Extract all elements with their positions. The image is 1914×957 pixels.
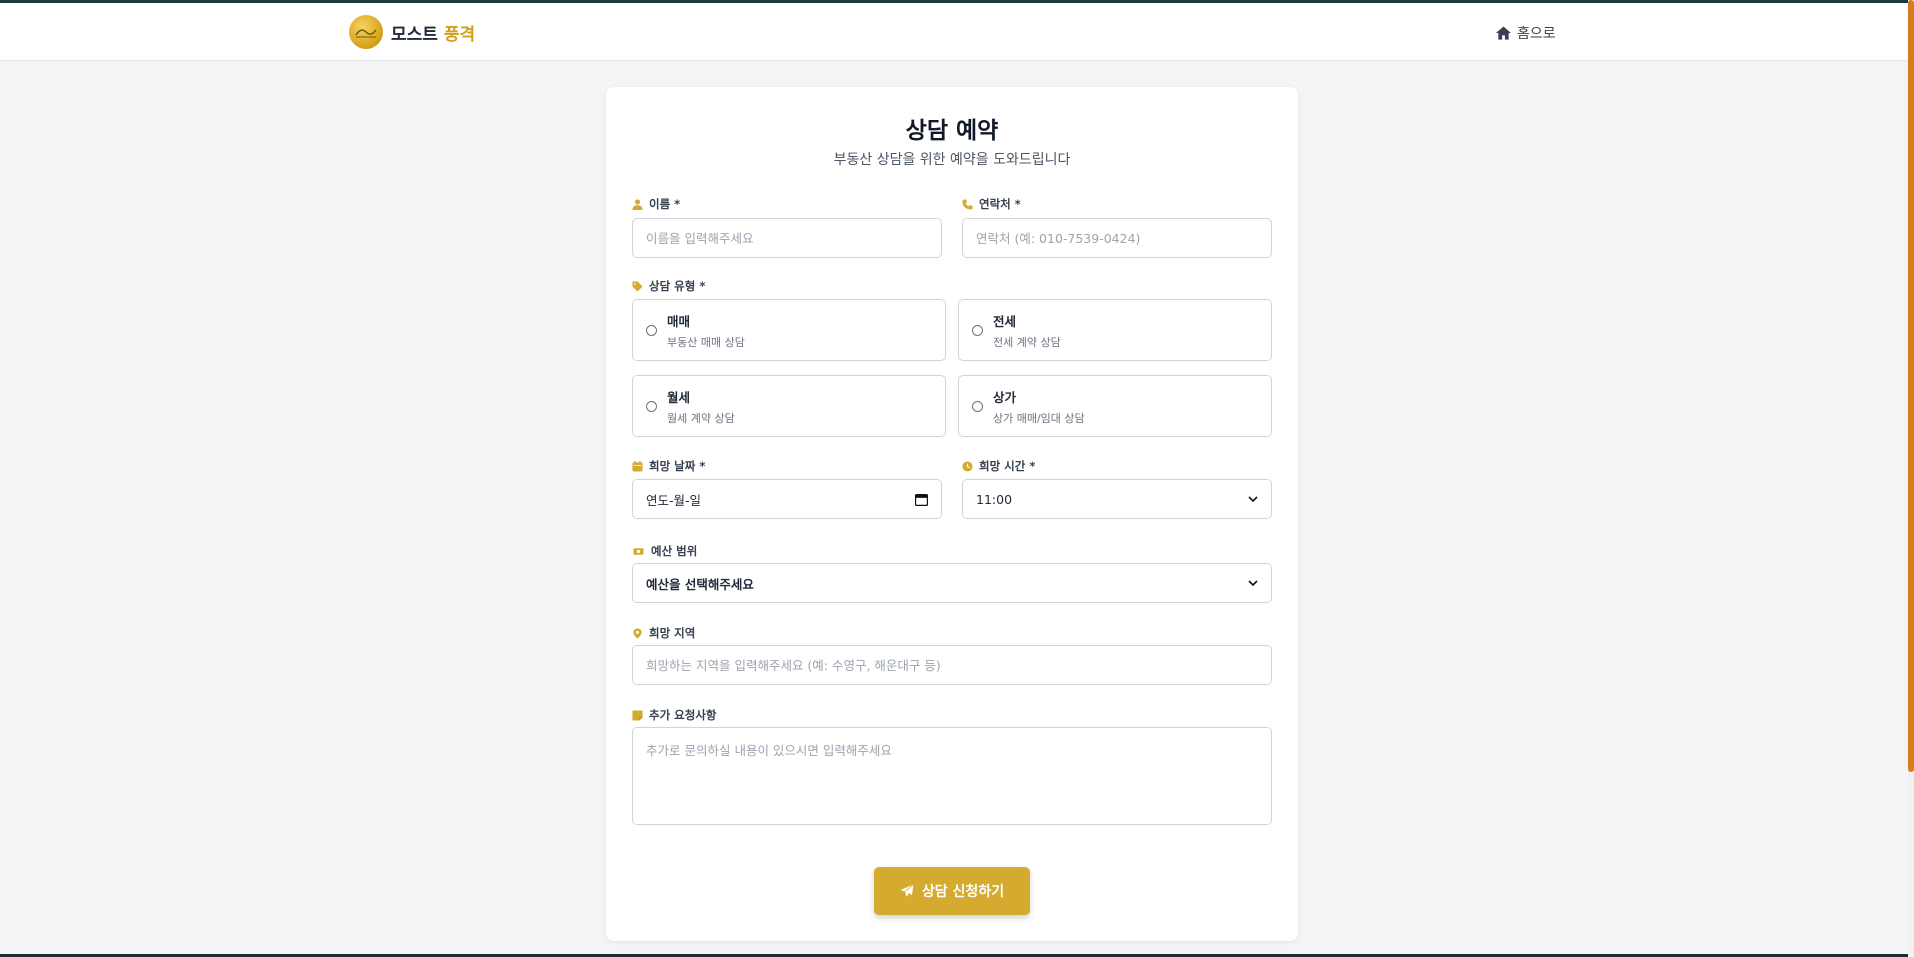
calendar-icon <box>632 460 643 472</box>
time-value: 11:00 <box>976 491 1013 507</box>
region-input[interactable] <box>632 645 1272 685</box>
budget-value: 예산을 선택해주세요 <box>646 576 754 592</box>
home-icon <box>1496 26 1511 40</box>
navbar: 모스트 풍격 홈으로 <box>0 3 1908 61</box>
notes-label: 추가 요청사항 <box>632 707 716 723</box>
form-title: 상담 예약 <box>905 118 999 144</box>
calendar-picker-icon[interactable] <box>915 493 928 506</box>
phone-input[interactable] <box>962 218 1272 258</box>
notes-textarea[interactable] <box>632 727 1272 825</box>
option-title: 전세 <box>993 313 1017 329</box>
region-label: 희망 지역 <box>632 625 695 641</box>
user-icon <box>632 198 643 210</box>
consult-type-option-monthly[interactable]: 월세월세 계약 상담 <box>632 375 946 437</box>
date-label: 희망 날짜 * <box>632 458 705 474</box>
phone-label: 연락처 * <box>962 196 1021 212</box>
option-desc: 전세 계약 상담 <box>993 335 1061 349</box>
phone-icon <box>962 198 973 210</box>
radio-button[interactable] <box>646 400 657 412</box>
submit-label: 상담 신청하기 <box>921 884 1005 900</box>
option-title: 매매 <box>667 313 691 329</box>
scrollbar-thumb[interactable] <box>1908 0 1914 772</box>
money-icon <box>633 547 644 555</box>
option-title: 상가 <box>993 389 1017 405</box>
option-title: 월세 <box>667 389 691 405</box>
radio-button[interactable] <box>972 400 983 412</box>
location-icon <box>633 627 642 639</box>
home-link[interactable]: 홈으로 <box>1496 23 1556 43</box>
clock-icon <box>962 460 973 472</box>
name-label: 이름 * <box>632 196 680 212</box>
option-desc: 월세 계약 상담 <box>667 411 735 425</box>
home-label: 홈으로 <box>1517 26 1556 42</box>
chevron-down-icon <box>1248 579 1258 586</box>
note-icon <box>632 709 643 721</box>
time-label: 희망 시간 * <box>962 458 1035 474</box>
radio-button[interactable] <box>972 324 983 336</box>
budget-label: 예산 범위 <box>632 543 697 559</box>
form-subtitle: 부동산 상담을 위한 예약을 도와드립니다 <box>833 152 1071 168</box>
consult-type-option-commercial[interactable]: 상가상가 매매/임대 상담 <box>958 375 1272 437</box>
option-desc: 부동산 매매 상담 <box>667 335 745 349</box>
budget-select[interactable]: 예산을 선택해주세요 <box>632 563 1272 603</box>
send-icon <box>900 884 914 897</box>
submit-button[interactable]: 상담 신청하기 <box>874 867 1030 915</box>
radio-button[interactable] <box>646 324 657 336</box>
name-input[interactable] <box>632 218 942 258</box>
option-desc: 상가 매매/임대 상담 <box>993 411 1085 425</box>
consult-type-label: 상담 유형 * <box>632 278 705 294</box>
time-select[interactable]: 11:00 <box>962 479 1272 519</box>
tag-icon <box>632 280 643 292</box>
date-value: 연도-월-일 <box>646 492 702 508</box>
brand[interactable]: 모스트 풍격 <box>349 15 475 49</box>
brand-name: 모스트 풍격 <box>391 24 476 45</box>
chevron-down-icon <box>1248 495 1258 502</box>
date-input[interactable]: 연도-월-일 <box>632 479 942 519</box>
logo-icon <box>349 15 383 49</box>
consult-type-option-jeonse[interactable]: 전세전세 계약 상담 <box>958 299 1272 361</box>
consultation-form-card: 상담 예약 부동산 상담을 위한 예약을 도와드립니다 이름 * 연락처 * 상… <box>606 87 1298 941</box>
consult-type-option-sale[interactable]: 매매부동산 매매 상담 <box>632 299 946 361</box>
